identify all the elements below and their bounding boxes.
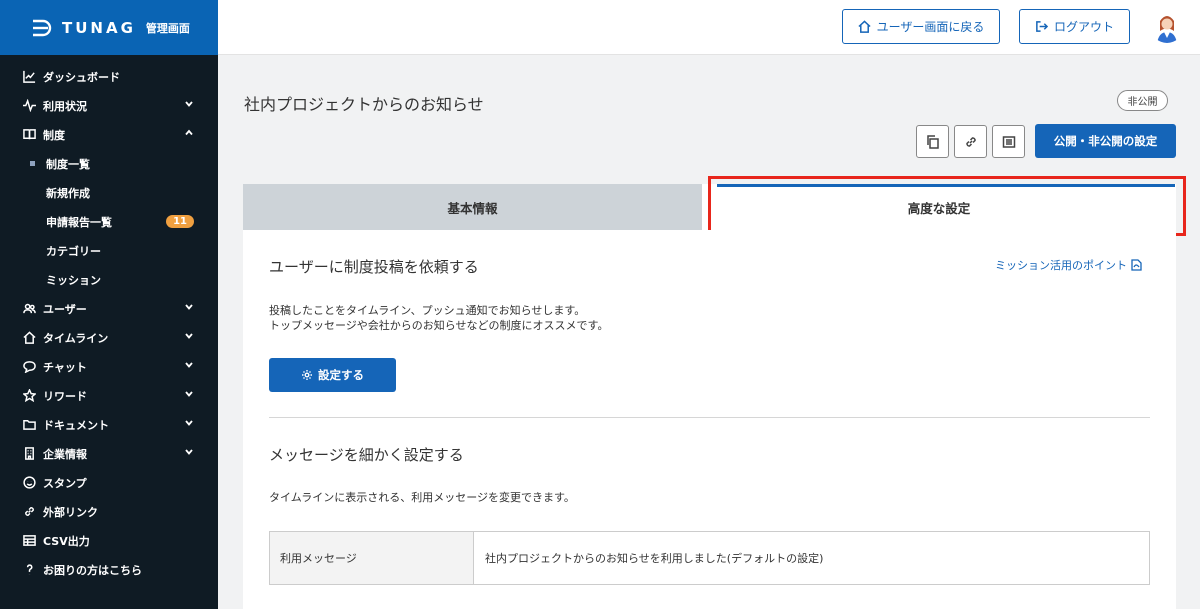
sidebar-item-timeline[interactable]: タイムライン <box>0 323 218 352</box>
sidebar-subitem-mission[interactable]: ミッション <box>0 265 218 294</box>
sidebar-nav: ダッシュボード 利用状況 制度 制度一覧 新規作成 申請報告一覧 11 カテゴリ… <box>0 55 218 584</box>
tab-basic-info[interactable]: 基本情報 <box>243 184 702 230</box>
chart-line-icon <box>22 70 36 84</box>
list-icon <box>1002 135 1015 148</box>
sidebar-item-stamp[interactable]: スタンプ <box>0 468 218 497</box>
brand-sub: 管理画面 <box>145 21 190 35</box>
chat-icon <box>22 360 36 374</box>
sidebar-item-external-link[interactable]: 外部リンク <box>0 497 218 526</box>
section-request-post-title: ユーザーに制度投稿を依頼する <box>269 258 479 276</box>
sidebar-item-reward[interactable]: リワード <box>0 381 218 410</box>
home-icon <box>22 331 36 345</box>
table-icon <box>22 534 36 548</box>
sidebar-item-document[interactable]: ドキュメント <box>0 410 218 439</box>
section-message-desc: タイムラインに表示される、利用メッセージを変更できます。 <box>269 491 575 504</box>
message-table-header: 利用メッセージ <box>270 532 474 584</box>
mission-tips-link[interactable]: ミッション活用のポイント <box>995 257 1142 273</box>
link-button[interactable] <box>954 125 987 158</box>
link-icon <box>22 505 36 519</box>
sidebar-item-dashboard[interactable]: ダッシュボード <box>0 62 218 91</box>
smile-icon <box>22 476 36 490</box>
home-icon <box>858 20 871 33</box>
section-message-title: メッセージを細かく設定する <box>269 446 464 464</box>
top-header: ユーザー画面に戻る ログアウト <box>218 0 1200 55</box>
chevron-down-icon <box>184 331 194 344</box>
tunag-logo-icon <box>33 19 52 36</box>
link-icon <box>965 136 976 147</box>
book-icon <box>22 128 36 142</box>
copy-button[interactable] <box>916 125 949 158</box>
chevron-down-icon <box>184 302 194 315</box>
chevron-down-icon <box>184 389 194 402</box>
copy-icon <box>926 134 939 149</box>
pdf-icon <box>1131 259 1142 271</box>
chevron-down-icon <box>184 360 194 373</box>
folder-icon <box>22 418 36 432</box>
section-request-post-desc: 投稿したことをタイムライン、プッシュ通知でお知らせします。 トップメッセージや会… <box>269 304 609 332</box>
sidebar-item-users[interactable]: ユーザー <box>0 294 218 323</box>
brand[interactable]: TUNAG 管理画面 <box>0 0 218 55</box>
chevron-down-icon <box>184 447 194 460</box>
chevron-down-icon <box>184 418 194 431</box>
avatar-image-icon <box>1151 11 1183 43</box>
sidebar-item-csv[interactable]: CSV出力 <box>0 526 218 555</box>
sidebar-subitem-category[interactable]: カテゴリー <box>0 236 218 265</box>
logout-button[interactable]: ログアウト <box>1019 9 1130 44</box>
sidebar-subitem-new[interactable]: 新規作成 <box>0 178 218 207</box>
sidebar-subitem-reports[interactable]: 申請報告一覧 11 <box>0 207 218 236</box>
sidebar-item-usage[interactable]: 利用状況 <box>0 91 218 120</box>
sidebar-item-company[interactable]: 企業情報 <box>0 439 218 468</box>
section-divider <box>269 417 1150 418</box>
logout-icon <box>1036 21 1048 32</box>
sidebar-subitem-system-list[interactable]: 制度一覧 <box>0 149 218 178</box>
message-table-value: 社内プロジェクトからのお知らせを利用しました(デフォルトの設定) <box>485 552 824 565</box>
message-table: 利用メッセージ 社内プロジェクトからのお知らせを利用しました(デフォルトの設定) <box>269 531 1150 585</box>
chevron-down-icon <box>184 99 194 112</box>
gear-icon <box>302 370 312 380</box>
building-icon <box>22 447 36 461</box>
help-icon <box>22 563 36 577</box>
star-icon <box>22 389 36 403</box>
back-to-user-screen-button[interactable]: ユーザー画面に戻る <box>842 9 1000 44</box>
page-title: 社内プロジェクトからのお知らせ <box>244 95 484 114</box>
sidebar-item-chat[interactable]: チャット <box>0 352 218 381</box>
avatar[interactable] <box>1151 11 1183 43</box>
status-badge: 非公開 <box>1117 90 1168 111</box>
users-icon <box>22 302 36 316</box>
list-button[interactable] <box>992 125 1025 158</box>
brand-name: TUNAG <box>62 18 136 37</box>
pulse-icon <box>22 99 36 113</box>
highlight-box <box>708 176 1186 236</box>
configure-button[interactable]: 設定する <box>269 358 396 392</box>
publish-settings-button[interactable]: 公開・非公開の設定 <box>1035 124 1176 158</box>
count-badge: 11 <box>166 215 194 228</box>
sidebar-item-help[interactable]: お困りの方はこちら <box>0 555 218 584</box>
sidebar: TUNAG 管理画面 ダッシュボード 利用状況 制度 制度一覧 新規作成 申請報… <box>0 0 218 609</box>
sidebar-item-system[interactable]: 制度 <box>0 120 218 149</box>
chevron-up-icon <box>184 128 194 141</box>
